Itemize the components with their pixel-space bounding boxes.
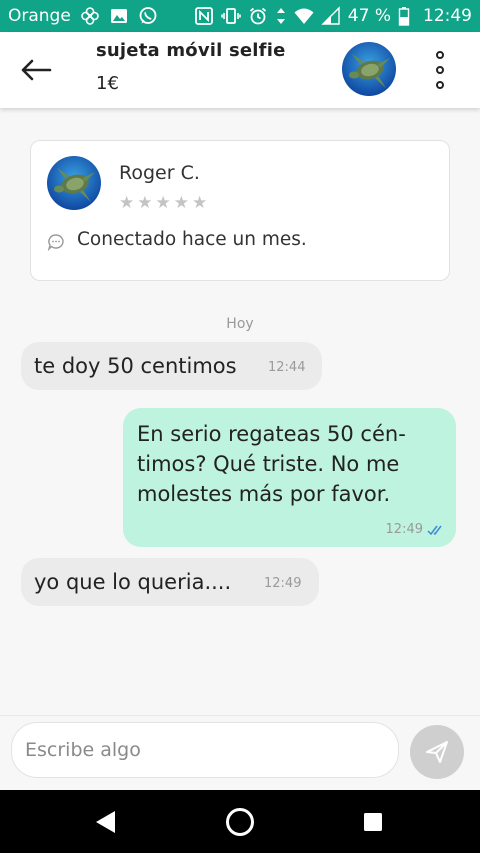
user-name: Roger C. <box>119 162 200 184</box>
status-bar: Orange 47 % 12:49 <box>0 0 480 32</box>
carrier-label: Orange <box>8 6 71 26</box>
chat-bubble-icon <box>47 234 64 251</box>
message-bubble-incoming[interactable]: yo que lo queria.... 12:49 <box>21 558 319 606</box>
message-text-line: En serio regateas 50 cén- <box>137 422 406 446</box>
item-info[interactable]: sujeta móvil selfie 1€ <box>96 40 286 94</box>
nav-home-button[interactable] <box>212 802 268 842</box>
battery-level: 47 % <box>347 6 391 26</box>
back-button[interactable] <box>0 32 72 108</box>
vibrate-icon <box>220 6 241 26</box>
message-time: 12:44 <box>268 360 306 375</box>
arrow-left-icon <box>21 59 52 81</box>
system-nav-bar <box>0 790 480 853</box>
item-title: sujeta móvil selfie <box>96 40 286 61</box>
star-icon: ★ <box>192 193 208 213</box>
star-icon: ★ <box>173 193 189 213</box>
message-time: 12:49 <box>385 522 423 537</box>
signal-icon <box>321 6 341 26</box>
last-seen-text: Conectado hace un mes. <box>77 229 307 250</box>
star-icon: ★ <box>137 193 153 213</box>
nav-back-button[interactable] <box>78 802 134 842</box>
message-text-line: molestes más por favor. <box>137 482 391 506</box>
message-bubble-outgoing[interactable]: En serio regateas 50 cén- timos? Qué tri… <box>123 408 456 547</box>
double-check-icon <box>427 525 442 535</box>
item-price: 1€ <box>96 73 119 94</box>
message-composer <box>0 715 480 790</box>
image-icon <box>109 6 129 26</box>
more-vertical-icon <box>436 51 444 59</box>
star-icon: ★ <box>119 193 135 213</box>
data-arrows-icon <box>275 6 287 26</box>
turtle-icon <box>47 156 101 210</box>
seller-card[interactable]: Roger C. ★ ★ ★ ★ ★ Conectado hace un mes… <box>30 140 450 281</box>
recents-square-icon <box>364 813 382 831</box>
send-icon <box>426 741 448 763</box>
nfc-icon <box>194 6 214 26</box>
clock: 12:49 <box>423 6 472 26</box>
message-bubble-incoming[interactable]: te doy 50 centimos 12:44 <box>21 342 322 390</box>
battery-icon <box>398 6 410 26</box>
turtle-icon <box>342 42 396 96</box>
alarm-icon <box>248 6 268 26</box>
message-input[interactable] <box>11 722 399 778</box>
chat-header: sujeta móvil selfie 1€ <box>0 32 480 108</box>
home-circle-icon <box>226 808 254 836</box>
more-options-button[interactable] <box>420 44 460 96</box>
flower-icon <box>80 6 100 26</box>
star-icon: ★ <box>155 193 171 213</box>
nav-recents-button[interactable] <box>345 802 401 842</box>
item-thumbnail[interactable] <box>342 42 396 96</box>
day-separator: Hoy <box>226 316 254 332</box>
message-time: 12:49 <box>264 576 302 591</box>
rating-stars: ★ ★ ★ ★ ★ <box>119 193 207 213</box>
message-text: yo que lo queria.... <box>34 570 232 594</box>
whatsapp-icon <box>138 6 158 26</box>
back-triangle-icon <box>96 811 115 833</box>
send-button[interactable] <box>410 725 464 779</box>
wifi-icon <box>294 6 314 26</box>
message-text: te doy 50 centimos <box>34 354 237 378</box>
message-text-line: timos? Qué triste. No me <box>137 452 400 476</box>
avatar <box>47 156 101 210</box>
